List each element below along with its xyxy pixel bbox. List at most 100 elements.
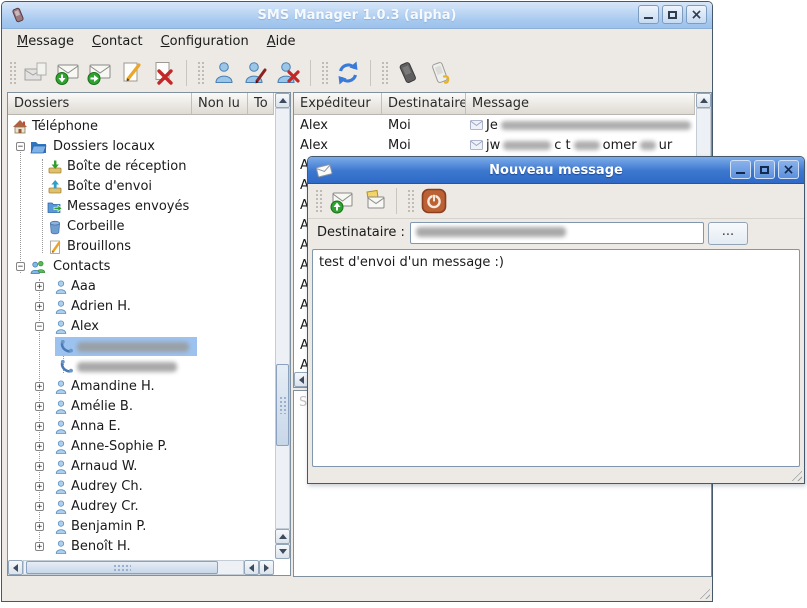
tree-item-audrey-cr-[interactable]: +Audrey Cr. (8, 497, 274, 517)
expand-expander[interactable]: + (35, 482, 44, 491)
edit-contact-button[interactable] (241, 58, 271, 88)
menu-configuration[interactable]: Configuration (152, 31, 258, 52)
scrollbar-thumb[interactable] (276, 364, 289, 446)
collapse-expander[interactable]: − (16, 262, 25, 271)
scrollbar-thumb[interactable] (26, 561, 218, 574)
tree-item-phone-number[interactable] (8, 357, 274, 377)
tree-item-anne-sophie-p-[interactable]: + Anne-Sophie P. (8, 437, 274, 457)
scroll-left-button[interactable] (8, 560, 23, 575)
tree-item-brouillons[interactable]: Brouillons (8, 237, 274, 257)
tree-item-adrien-h-[interactable]: +Adrien H. (8, 297, 274, 317)
trash-icon (47, 219, 63, 235)
send-message-button[interactable] (327, 186, 357, 216)
refresh-button[interactable] (333, 58, 363, 88)
tree-item-dossiers-locaux[interactable]: −Dossiers locaux (8, 137, 274, 157)
tree-item-beno-t-h-[interactable]: +Benoît H. (8, 537, 274, 557)
tree-item-phone-number[interactable] (8, 337, 274, 357)
tree-item-am-lie-b-[interactable]: + Amélie B. (8, 397, 274, 417)
maximize-button[interactable] (754, 160, 775, 179)
delete-contact-button[interactable] (273, 58, 303, 88)
tree-item-anna-e-[interactable]: +Anna E. (8, 417, 274, 437)
column-header-message[interactable]: Message (466, 93, 695, 115)
phone-detect-button[interactable] (425, 58, 455, 88)
recipient-input[interactable] (410, 222, 704, 244)
expand-expander[interactable]: + (35, 522, 44, 531)
scroll-down-button[interactable] (275, 544, 290, 559)
scrollbar-track[interactable] (23, 560, 244, 575)
scroll-right-button[interactable] (259, 560, 274, 575)
expand-expander[interactable]: + (35, 442, 44, 451)
tree-item-alex[interactable]: −Alex (8, 317, 274, 337)
expand-expander[interactable]: + (35, 302, 44, 311)
receive-mail-button[interactable] (53, 58, 83, 88)
tree-item-corbeille[interactable]: Corbeille (8, 217, 274, 237)
toolbar-grip[interactable] (407, 189, 414, 213)
column-header-total[interactable]: To (248, 93, 274, 115)
toolbar-grip[interactable] (321, 61, 328, 85)
dialog-titlebar[interactable]: Nouveau message × (308, 157, 804, 184)
message-row[interactable]: AlexMoijwc tomerur (294, 135, 695, 155)
message-body-textarea[interactable]: test d'envoi d'un message :) (312, 249, 800, 467)
tree-item-t-l-phone[interactable]: Téléphone (8, 117, 274, 137)
collapse-expander[interactable]: − (35, 322, 44, 331)
phone-offline-button[interactable] (393, 58, 423, 88)
delete-message-button[interactable] (149, 58, 179, 88)
expand-expander[interactable]: + (35, 282, 44, 291)
resize-grip-icon[interactable] (789, 468, 802, 481)
scroll-up-button[interactable] (275, 93, 290, 108)
tree-item-label: Boîte de réception (67, 159, 186, 174)
main-titlebar[interactable]: SMS Manager 1.0.3 (alpha) × (2, 2, 712, 29)
add-contact-button[interactable] (209, 58, 239, 88)
menu-aide[interactable]: Aide (258, 31, 305, 52)
tree-item-amandine-h-[interactable]: +Amandine H. (8, 377, 274, 397)
resize-grip-icon[interactable] (697, 586, 710, 599)
tree-item-aaa[interactable]: +Aaa (8, 277, 274, 297)
tree-item-bo-te-de-r-ception[interactable]: Boîte de réception (8, 157, 274, 177)
minimize-button[interactable] (730, 160, 751, 179)
toolbar-grip[interactable] (315, 189, 322, 213)
column-header-dossiers[interactable]: Dossiers (8, 93, 192, 115)
expand-expander[interactable]: + (35, 382, 44, 391)
column-header-non-lu[interactable]: Non lu (192, 93, 248, 115)
tree-item-label: Amélie B. (71, 399, 133, 414)
tree-item-benjamin-p-[interactable]: +Benjamin P. (8, 517, 274, 537)
close-button[interactable]: × (778, 160, 799, 179)
tree-item-label: Arnaud W. (71, 459, 137, 474)
message-row[interactable]: AlexMoiJe (294, 115, 695, 135)
tree-item-label: Anne-Sophie P. (71, 439, 167, 454)
tree-item-label: Audrey Ch. (71, 479, 143, 494)
column-header-destinataire[interactable]: Destinataire (382, 93, 466, 115)
expand-expander[interactable]: + (35, 422, 44, 431)
save-draft-button[interactable] (359, 186, 389, 216)
toolbar-grip[interactable] (9, 61, 16, 85)
toolbar-grip[interactable] (197, 61, 204, 85)
maximize-button[interactable] (662, 5, 683, 24)
scroll-up-button[interactable] (275, 529, 290, 544)
recipient-label: Destinataire : (317, 225, 405, 240)
expand-expander[interactable]: + (35, 402, 44, 411)
tree-item-contacts[interactable]: −Contacts (8, 257, 274, 277)
expand-expander[interactable]: + (35, 542, 44, 551)
close-button[interactable]: × (686, 5, 707, 24)
tree-item-messages-envoy-s[interactable]: Messages envoyés (8, 197, 274, 217)
send-mail-button[interactable] (85, 58, 115, 88)
scrollbar-track[interactable] (275, 108, 290, 529)
column-header-expediteur[interactable]: Expéditeur (294, 93, 382, 115)
close-power-button[interactable] (419, 186, 449, 216)
compose-button[interactable] (117, 58, 147, 88)
tree-item-bo-te-d-envoi[interactable]: Boîte d'envoi (8, 177, 274, 197)
scroll-left-button[interactable] (244, 560, 259, 575)
toolbar-grip[interactable] (381, 61, 388, 85)
menu-message[interactable]: Message (8, 31, 83, 52)
menu-contact[interactable]: Contact (83, 31, 152, 52)
expand-expander[interactable]: + (35, 462, 44, 471)
tree-item-audrey-ch-[interactable]: + Audrey Ch. (8, 477, 274, 497)
expand-expander[interactable]: + (35, 502, 44, 511)
scroll-up-button[interactable] (696, 93, 711, 108)
delete-message-icon (151, 60, 177, 86)
browse-contacts-button[interactable]: ... (708, 222, 748, 245)
tree-item-arnaud-w-[interactable]: + Arnaud W. (8, 457, 274, 477)
contacts-icon (30, 259, 46, 275)
collapse-expander[interactable]: − (16, 142, 25, 151)
minimize-button[interactable] (638, 5, 659, 24)
